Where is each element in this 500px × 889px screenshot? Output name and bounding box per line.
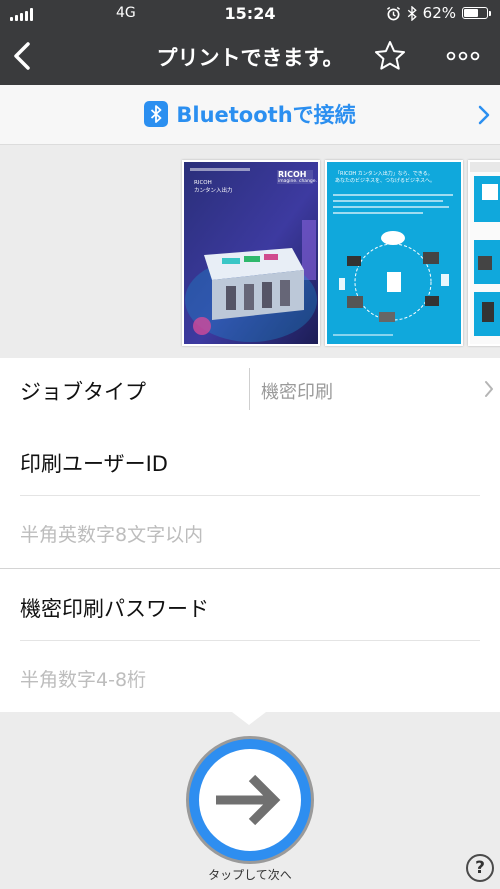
- help-button[interactable]: ?: [466, 854, 494, 882]
- battery-percent: 62%: [422, 4, 456, 22]
- form-pointer: [232, 712, 266, 725]
- bluetooth-icon: [144, 101, 169, 127]
- more-horizontal-icon: [446, 51, 480, 61]
- password-placeholder: 半角数字4-8桁: [20, 669, 147, 691]
- bluetooth-connect-label: Bluetoothで接続: [176, 103, 356, 127]
- document-thumbnail-2: [327, 162, 461, 344]
- preview-page-1[interactable]: RICOH imagine. change. RICOH カンタン入出力: [182, 160, 320, 346]
- preview-heading: RICOH カンタン入出力: [194, 180, 233, 194]
- password-label: 機密印刷パスワード: [20, 597, 209, 621]
- password-label-row: 機密印刷パスワード: [0, 569, 500, 641]
- next-button-label: タップして次へ: [208, 868, 292, 882]
- preview-page-2[interactable]: 「RICOH カンタン入出力」なら、できる。 あなたのビジネスを、つなげるビジネ…: [325, 160, 463, 346]
- next-button-inner: [199, 749, 301, 851]
- password-field[interactable]: 半角数字4-8桁: [0, 641, 500, 712]
- job-type-row[interactable]: ジョブタイプ 機密印刷: [0, 358, 500, 425]
- user-id-field[interactable]: 半角英数字8文字以内: [0, 496, 500, 569]
- status-indicators: 62%: [386, 4, 491, 22]
- more-button[interactable]: [444, 42, 482, 70]
- alarm-icon: [386, 6, 400, 20]
- user-id-label-row: 印刷ユーザーID: [0, 424, 500, 496]
- favorite-button[interactable]: [372, 38, 408, 74]
- help-icon: ?: [475, 858, 485, 878]
- print-preview-strip[interactable]: RICOH imagine. change. RICOH カンタン入出力 「RI…: [0, 146, 500, 358]
- document-thumbnail-3: [470, 162, 500, 344]
- job-type-value[interactable]: 機密印刷: [261, 378, 333, 404]
- battery-icon: [462, 7, 491, 19]
- chevron-right-icon: [485, 381, 493, 397]
- preview-brand: RICOH: [278, 170, 307, 179]
- chevron-right-icon: [478, 105, 490, 125]
- user-id-label: 印刷ユーザーID: [20, 452, 168, 476]
- star-icon: [375, 41, 405, 70]
- preview-heading-2: 「RICOH カンタン入出力」なら、できる。 あなたのビジネスを、つなげるビジネ…: [335, 171, 436, 184]
- next-button[interactable]: [186, 736, 314, 864]
- bluetooth-status-icon: [407, 5, 417, 21]
- job-type-divider: [249, 368, 250, 410]
- nav-bar: プリントできます。: [0, 28, 500, 85]
- bluetooth-connect-bar[interactable]: Bluetoothで接続: [0, 85, 500, 145]
- job-type-label: ジョブタイプ: [20, 380, 146, 404]
- user-id-placeholder: 半角英数字8文字以内: [20, 524, 204, 546]
- status-bar: 4G 15:24 62%: [0, 0, 500, 28]
- preview-page-3[interactable]: [468, 160, 500, 346]
- page-title: プリントできます。: [156, 46, 344, 70]
- arrow-right-icon: [216, 774, 281, 826]
- print-settings-form: ジョブタイプ 機密印刷 印刷ユーザーID 半角英数字8文字以内 機密印刷パスワー…: [0, 358, 500, 712]
- preview-tagline: imagine. change.: [278, 179, 317, 184]
